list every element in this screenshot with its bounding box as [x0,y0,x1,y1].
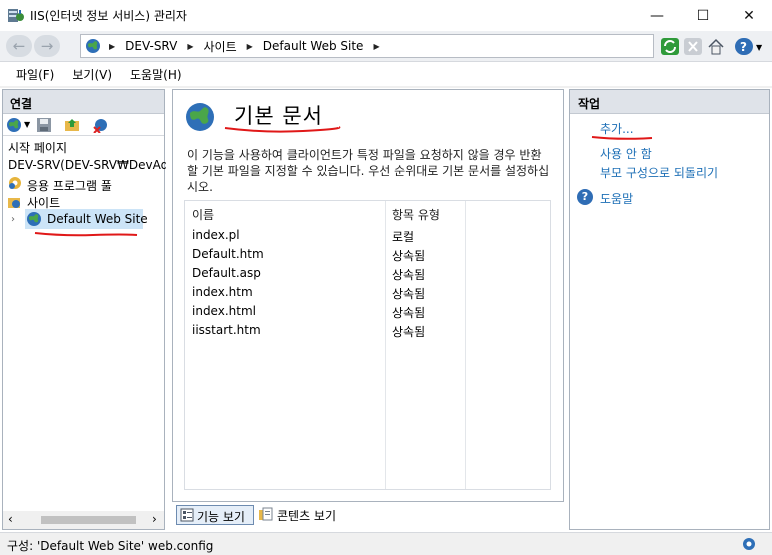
window-title: IIS(인터넷 정보 서비스) 관리자 [30,9,187,23]
app-pool-icon [8,176,22,193]
disconnect-icon[interactable] [93,117,109,136]
column-header-type[interactable]: 항목 유형 [392,206,440,223]
globe-icon [185,102,215,135]
tree-default-web-site[interactable]: Default Web Site [47,212,148,226]
features-view-button[interactable]: 기능 보기 [176,505,254,525]
menu-file[interactable]: 파일(F) [16,66,54,83]
close-button[interactable]: ✕ [726,0,772,31]
row-name[interactable]: iisstart.htm [192,323,261,337]
row-type: 상속됨 [392,287,426,301]
default-documents-list[interactable]: 이름 항목 유형 index.pl 로컬 Default.htm 상속됨 Def… [184,200,551,490]
row-name[interactable]: Default.asp [192,266,261,280]
row-type: 상속됨 [392,325,426,339]
maximize-button[interactable]: ☐ [680,0,726,31]
annotation-underline [591,136,653,140]
forward-button[interactable]: → [34,35,60,57]
annotation-underline [34,232,138,237]
help-dropdown-icon[interactable]: ▼ [756,43,762,52]
back-button[interactable]: ← [6,35,32,57]
breadcrumb-separator: ▶ [187,41,194,51]
actions-header: 작업 [570,90,769,114]
connections-header: 연결 [3,90,164,114]
refresh-icon[interactable] [661,38,679,55]
row-name[interactable]: index.pl [192,228,240,242]
action-revert-to-parent[interactable]: 부모 구성으로 되돌리기 [600,164,718,181]
expand-chevron-icon[interactable]: › [11,214,15,225]
annotation-underline [224,126,341,133]
svg-text:?: ? [740,40,747,54]
minimize-button[interactable]: — [634,0,680,31]
column-divider [465,201,466,489]
feature-pane: 기본 문서 이 기능을 사용하여 클라이언트가 특정 파일을 요청하지 않을 경… [172,89,564,502]
view-switcher: 기능 보기 콘텐츠 보기 [172,503,564,528]
help-icon[interactable]: ? [735,38,753,55]
breadcrumb-separator: ▶ [109,41,116,51]
row-name[interactable]: Default.htm [192,247,264,261]
column-divider [385,201,386,489]
tree-app-pools[interactable]: 응용 프로그램 풀 [27,177,112,194]
save-icon[interactable] [36,117,52,136]
content-view-button[interactable]: 콘텐츠 보기 [277,507,336,524]
network-status-icon [741,536,757,555]
scroll-thumb[interactable] [41,516,136,524]
website-globe-icon [26,211,42,230]
connect-globe-icon[interactable] [6,117,22,136]
globe-icon [85,38,101,54]
tree-start-page[interactable]: 시작 페이지 [8,139,67,156]
features-view-label: 기능 보기 [197,510,245,524]
home-icon[interactable] [707,38,725,55]
action-help[interactable]: 도움말 [600,190,633,207]
status-bar: 구성: 'Default Web Site' web.config [0,532,772,555]
title-bar: IIS(인터넷 정보 서비스) 관리자 — ☐ ✕ [0,0,772,31]
scroll-left-button[interactable]: ‹ [8,512,13,526]
scroll-right-button[interactable]: › [152,512,157,526]
breadcrumb-separator: ▶ [246,41,253,51]
column-header-name[interactable]: 이름 [192,206,214,223]
row-name[interactable]: index.html [192,304,256,318]
actions-pane: 작업 추가... 사용 안 함 부모 구성으로 되돌리기 ? 도움말 [569,89,770,530]
connect-dropdown-icon[interactable]: ▼ [24,120,30,129]
row-type: 상속됨 [392,268,426,282]
folder-up-icon[interactable] [64,117,80,136]
breadcrumb-separator: ▶ [373,41,380,51]
connections-toolbar: ▼ [3,114,164,136]
row-name[interactable]: index.htm [192,285,253,299]
action-disable[interactable]: 사용 안 함 [600,145,652,162]
menu-help[interactable]: 도움말(H) [130,66,182,83]
iis-app-icon [8,8,24,23]
feature-description: 이 기능을 사용하여 클라이언트가 특정 파일을 요청하지 않을 경우 반환할 … [187,148,550,194]
features-view-icon [180,508,194,525]
menu-view[interactable]: 보기(V) [72,66,112,83]
breadcrumb-site[interactable]: Default Web Site [263,39,364,53]
menu-bar: 파일(F) 보기(V) 도움말(H) [0,63,772,86]
row-type: 상속됨 [392,249,426,263]
tree-server[interactable]: DEV-SRV(DEV-SRV₩DevAdm [8,158,166,172]
divider [0,86,772,88]
connections-pane: 연결 ▼ 시작 페이지 DEV-SRV(DEV-SRV₩DevAdm 응용 프로… [2,89,166,530]
sites-folder-icon [8,196,22,212]
breadcrumb-sites[interactable]: 사이트 [203,38,236,55]
help-icon: ? [577,189,593,205]
address-bar[interactable]: ▶ DEV-SRV ▶ 사이트 ▶ Default Web Site ▶ [80,34,654,58]
stop-icon[interactable] [684,38,702,55]
status-text: 구성: 'Default Web Site' web.config [7,539,214,553]
content-view-icon[interactable] [258,507,274,526]
address-toolbar: ← → ▶ DEV-SRV ▶ 사이트 ▶ Default Web Site ▶… [0,31,772,62]
breadcrumb-server[interactable]: DEV-SRV [125,39,177,53]
row-type: 로컬 [392,230,415,244]
row-type: 상속됨 [392,306,426,320]
horizontal-scrollbar[interactable]: ‹ › [3,511,164,529]
